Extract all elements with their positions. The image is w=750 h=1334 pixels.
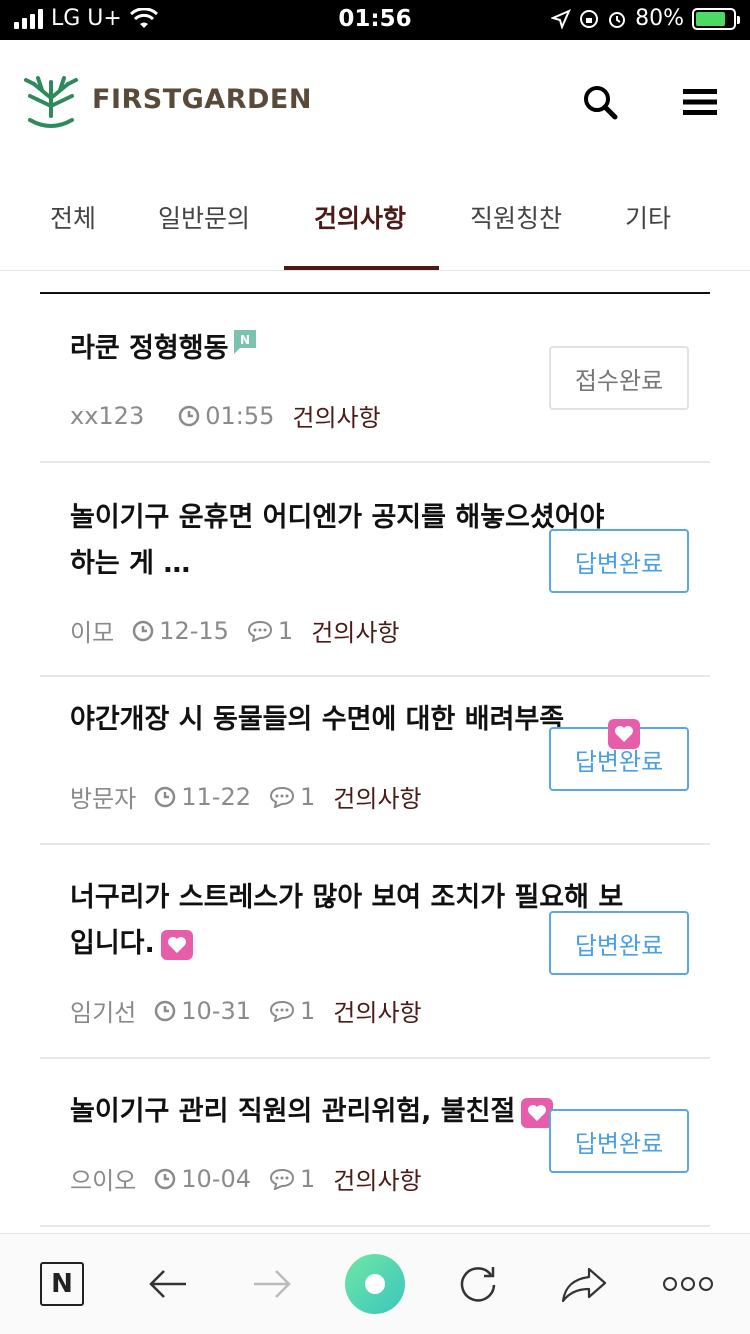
clock-icon: [154, 1000, 176, 1022]
status-right: 80%: [551, 6, 740, 31]
arrow-right-icon: [254, 1270, 291, 1298]
tab-suggestions[interactable]: 건의사항: [314, 199, 406, 235]
refresh-button[interactable]: [450, 1256, 506, 1312]
post-author: xx123: [70, 401, 145, 430]
forward-button[interactable]: [244, 1256, 300, 1312]
tab-general-inquiry[interactable]: 일반문의: [158, 199, 250, 235]
clock-icon: [178, 405, 200, 427]
header: FIRSTGARDEN: [0, 40, 750, 165]
green-dot-button[interactable]: [345, 1254, 405, 1314]
tab-others[interactable]: 기타: [625, 199, 671, 235]
tree-logo-icon: [24, 76, 78, 128]
status-badge: 접수완료: [549, 346, 689, 410]
post-meta: 방문자 11-22 1 건의사항: [70, 779, 422, 814]
battery-icon: [692, 7, 740, 30]
post-meta: 으이오 10-04 1 건의사항: [70, 1161, 422, 1196]
post-category: 건의사항: [333, 1167, 422, 1195]
post-category: 건의사항: [333, 785, 422, 813]
list-item[interactable]: 놀이기구 관리 직원의 관리위험, 불친절 으이오 10-04 1 건의사항 답…: [40, 1059, 710, 1227]
comment-icon: [247, 620, 273, 642]
post-author: 방문자: [70, 785, 137, 813]
green-dot-icon: [345, 1254, 405, 1314]
post-meta: xx123 01:55 건의사항: [70, 398, 381, 433]
status-badge: 답변완료: [549, 529, 689, 593]
comment-icon: [269, 786, 295, 808]
rotation-lock-icon: [580, 9, 599, 28]
search-button[interactable]: [578, 80, 622, 124]
more-button[interactable]: [660, 1256, 716, 1312]
list-item[interactable]: 놀이기구 운휴면 어디엔가 공지를 해놓으셨어야 하는 게 … 이모 12-15…: [40, 463, 710, 677]
arrow-left-icon: [149, 1270, 186, 1298]
tab-all[interactable]: 전체: [50, 199, 96, 235]
post-category: 건의사항: [292, 404, 381, 432]
post-list: 라쿤 정형행동 N xx123 01:55 건의사항 접수완료 놀이기구 운휴면 …: [40, 292, 710, 1227]
refresh-icon: [460, 1267, 496, 1302]
post-time: 10-31: [181, 996, 251, 1025]
list-item[interactable]: 야간개장 시 동물들의 수면에 대한 배려부족 방문자 11-22 1 건의사항…: [40, 677, 710, 845]
share-arrow-icon: [561, 1267, 607, 1303]
active-tab-indicator: [284, 266, 439, 270]
logo[interactable]: FIRSTGARDEN: [20, 68, 312, 130]
heart-icon: [160, 929, 193, 960]
tab-staff-praise[interactable]: 직원칭찬: [470, 199, 562, 235]
search-icon: [584, 86, 618, 120]
more-dots-icon: [663, 1277, 713, 1291]
svg-text:N: N: [240, 333, 250, 347]
comment-count: 1: [300, 996, 316, 1025]
location-arrow-icon: [551, 8, 572, 29]
comment-count: 1: [277, 616, 294, 645]
hamburger-menu-icon: [683, 89, 717, 115]
heart-icon: [608, 719, 640, 749]
post-author: 임기선: [70, 999, 137, 1027]
post-category: 건의사항: [333, 999, 422, 1027]
clock-icon: [132, 620, 154, 642]
status-badge: 답변완료: [549, 1109, 689, 1173]
comment-count: 1: [300, 1164, 316, 1193]
list-item[interactable]: 라쿤 정형행동 N xx123 01:55 건의사항 접수완료: [40, 294, 710, 463]
post-meta: 이모 12-15 1 건의사항: [70, 613, 400, 648]
comment-icon: [269, 1168, 295, 1190]
browser-toolbar: N: [0, 1233, 750, 1334]
share-button[interactable]: [556, 1256, 612, 1312]
comment-icon: [269, 1000, 295, 1022]
new-icon: N: [234, 330, 257, 354]
post-time: 11-22: [181, 782, 251, 811]
alarm-icon: [609, 11, 626, 28]
post-author: 이모: [70, 619, 115, 647]
logo-text: FIRSTGARDEN: [92, 83, 312, 115]
post-author: 으이오: [70, 1167, 137, 1195]
post-meta: 임기선 10-31 1 건의사항: [70, 993, 422, 1028]
category-tabs: 전체 일반문의 건의사항 직원칭찬 기타: [0, 165, 750, 271]
clock-icon: [154, 786, 176, 808]
comment-count: 1: [300, 782, 316, 811]
naver-n-icon: N: [40, 1262, 84, 1306]
back-button[interactable]: [140, 1256, 196, 1312]
post-time: 01:55: [205, 401, 275, 430]
menu-button[interactable]: [678, 80, 722, 124]
list-item[interactable]: 너구리가 스트레스가 많아 보여 조치가 필요해 보 입니다. 임기선 10-3…: [40, 845, 710, 1059]
status-badge: 답변완료: [549, 911, 689, 975]
status-bar: LG U+ 01:56 80%: [0, 0, 750, 40]
clock-icon: [154, 1168, 176, 1190]
battery-percent: 80%: [635, 6, 684, 31]
naver-home-button[interactable]: N: [34, 1256, 90, 1312]
post-category: 건의사항: [311, 619, 400, 647]
post-time: 10-04: [181, 1164, 251, 1193]
post-time: 12-15: [159, 616, 229, 645]
